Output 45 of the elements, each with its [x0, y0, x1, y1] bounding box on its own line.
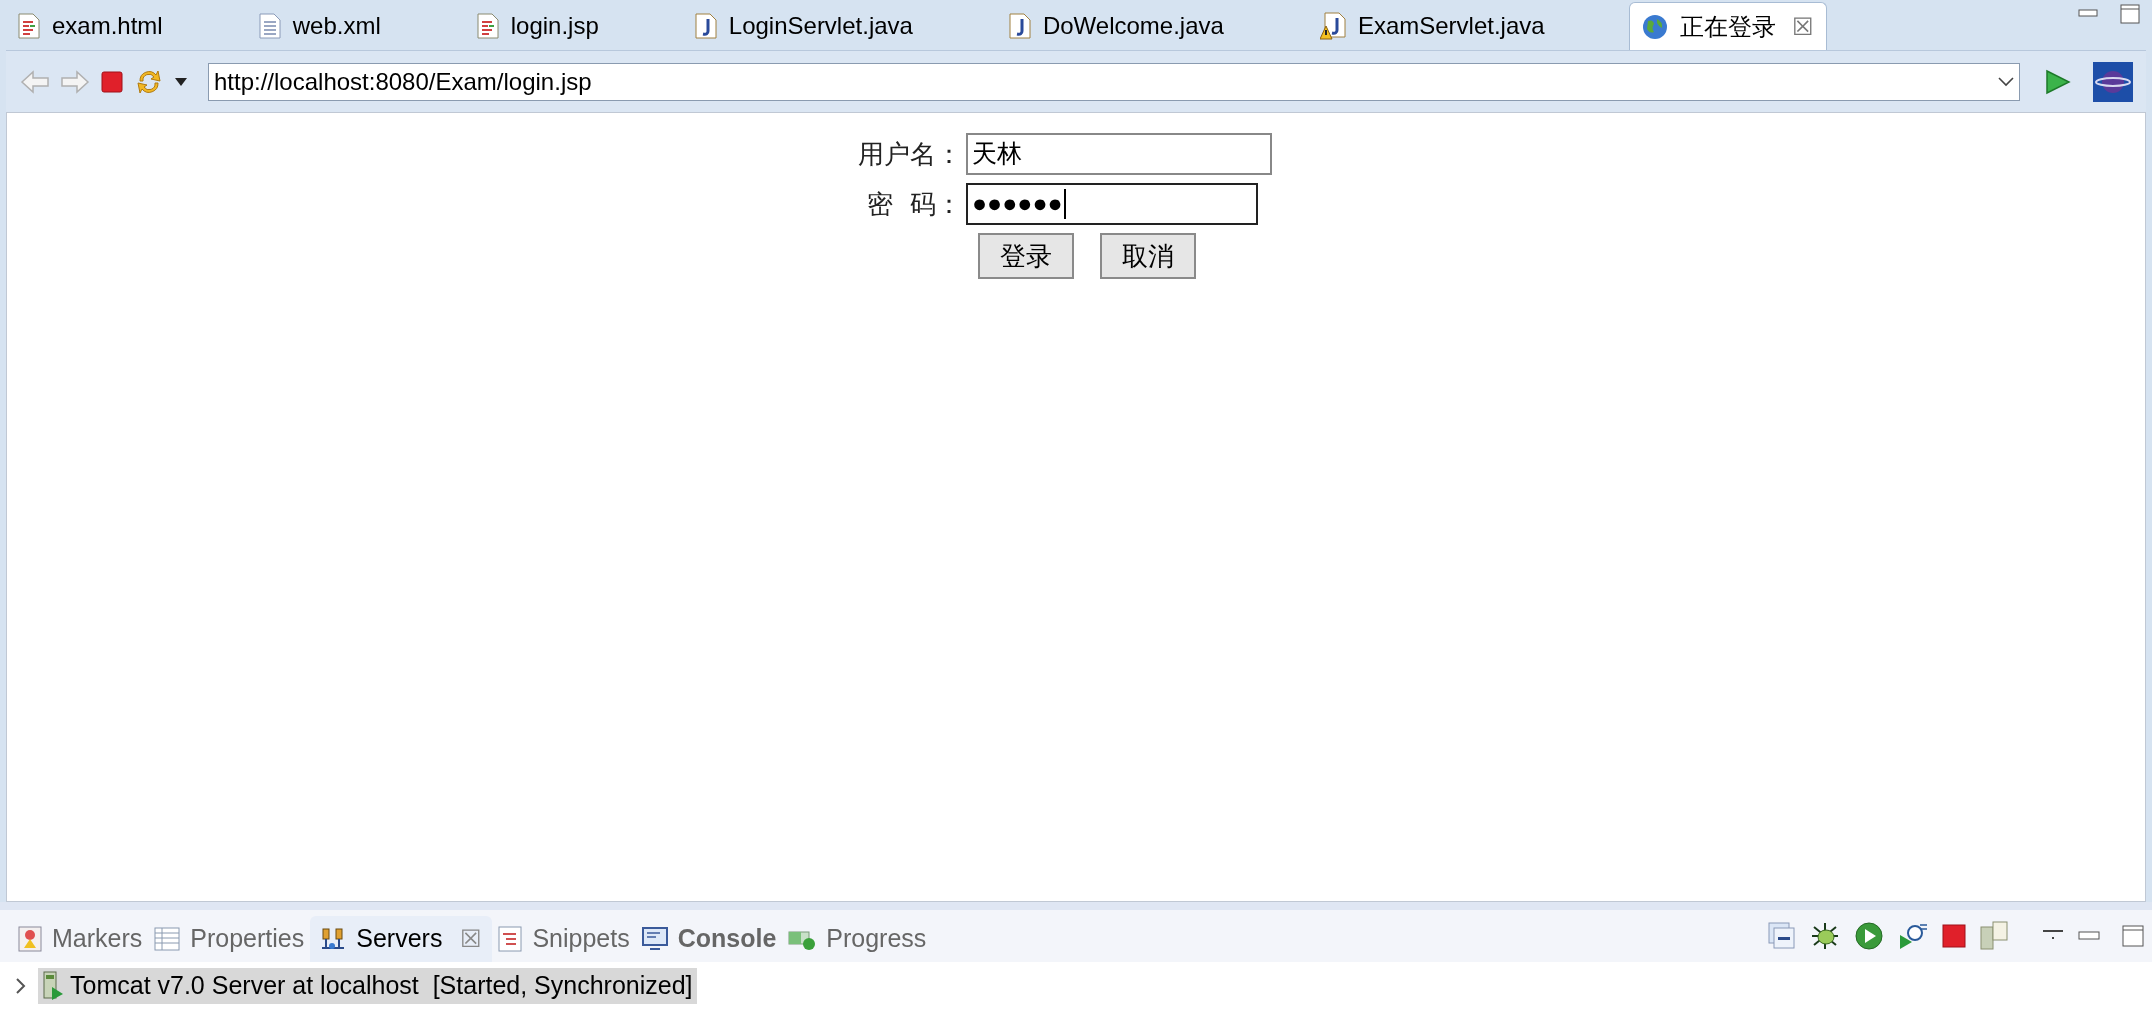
table-icon — [154, 927, 181, 951]
html-file-icon — [476, 13, 499, 39]
form-button[interactable]: 取消 — [1100, 233, 1196, 279]
bug-icon[interactable] — [1810, 921, 1840, 951]
servers-icon — [320, 926, 347, 952]
html-file-icon — [18, 13, 40, 39]
panel-tab[interactable]: Markers — [12, 916, 149, 962]
panel-tab[interactable]: Snippets — [492, 916, 636, 962]
url-field[interactable]: http://localhost:8080/Exam/login.jsp — [208, 62, 2020, 101]
input-field[interactable]: 天林 — [966, 133, 1272, 175]
server-item[interactable]: Tomcat v7.0 Server at localhost [Started, Synchronized] — [38, 968, 697, 1004]
url-text: http://localhost:8080/Exam/login.jsp — [214, 66, 593, 97]
expand-icon[interactable] — [14, 977, 28, 995]
java-file-icon — [1008, 13, 1031, 39]
field-label: 用户名： — [857, 137, 963, 171]
markers-icon — [18, 926, 42, 952]
java-file-icon — [694, 13, 717, 39]
editor-tab[interactable]: web.xml — [246, 2, 393, 50]
editor-tab[interactable]: login.jsp — [464, 2, 611, 50]
start-icon[interactable] — [1854, 921, 1884, 951]
panel-tab[interactable]: Console — [635, 916, 783, 962]
panel-tab[interactable]: Properties — [148, 916, 311, 962]
maximize-icon[interactable] — [2120, 4, 2140, 24]
document-icon — [258, 13, 281, 39]
stop-icon[interactable] — [100, 69, 124, 94]
close-button[interactable]: ☒ — [1791, 8, 1814, 45]
editor-tab[interactable]: ExamServlet.java — [1307, 2, 1557, 50]
minimize-icon[interactable] — [2078, 9, 2098, 19]
editor-tab[interactable]: LoginServlet.java — [682, 2, 925, 50]
play-icon[interactable] — [2044, 68, 2072, 95]
panel-tab[interactable]: Servers ☒ — [310, 916, 493, 962]
dropdown-icon[interactable] — [174, 76, 188, 87]
snippets-icon — [498, 926, 523, 952]
chevron-down-icon[interactable] — [1998, 76, 2014, 87]
java-warning-icon — [1319, 12, 1346, 40]
monitor-icon — [641, 927, 668, 951]
editor-tab[interactable]: DoWelcome.java — [996, 2, 1236, 50]
form-button[interactable]: 登录 — [978, 233, 1074, 279]
editor-tab[interactable]: exam.html — [6, 2, 175, 50]
collapse-all-icon[interactable] — [1768, 922, 1796, 950]
input-field[interactable]: ●●●●●● — [966, 183, 1258, 225]
panel-tab[interactable]: Progress — [782, 916, 933, 962]
editor-tab[interactable]: 正在登录 ☒ — [1628, 2, 1827, 50]
field-label: 密 码： — [866, 187, 963, 221]
server-icon — [42, 971, 64, 1001]
